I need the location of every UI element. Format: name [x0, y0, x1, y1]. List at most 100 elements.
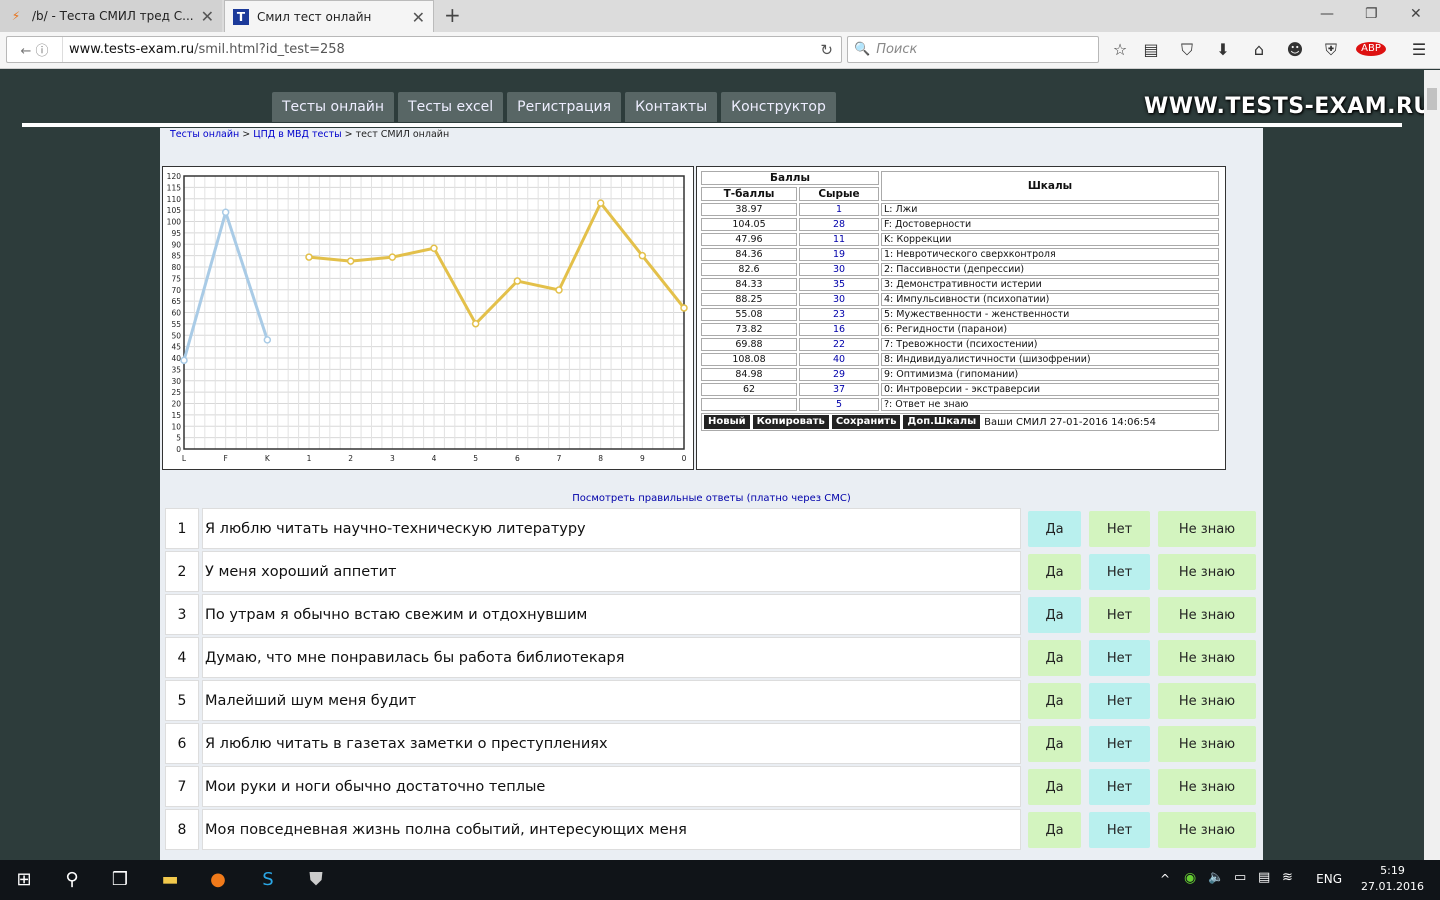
menu-constructor[interactable]: Конструктор — [721, 92, 836, 122]
answer-yes-button[interactable]: Да — [1028, 554, 1081, 590]
answer-yes-button[interactable]: Да — [1028, 769, 1081, 805]
answer-yes-button[interactable]: Да — [1028, 597, 1081, 633]
t-score: 84.33 — [701, 278, 797, 291]
answer-no-button[interactable]: Нет — [1089, 511, 1150, 547]
answer-dontknow-button[interactable]: Не знаю — [1158, 769, 1256, 805]
data-point — [180, 356, 188, 365]
answer-dontknow-button[interactable]: Не знаю — [1158, 640, 1256, 676]
answer-no-button[interactable]: Нет — [1089, 769, 1150, 805]
close-icon[interactable]: ✕ — [412, 8, 425, 27]
reload-icon[interactable]: ↻ — [820, 41, 833, 59]
view-answers-link[interactable]: Посмотреть правильные ответы (платно чер… — [160, 493, 1263, 504]
network-icon[interactable]: ≋ — [1282, 870, 1293, 885]
hamburger-menu-icon[interactable]: ☰ — [1408, 40, 1430, 59]
answer-yes-button[interactable]: Да — [1028, 726, 1081, 762]
task-view-icon[interactable]: ❒ — [106, 866, 134, 894]
language-indicator[interactable]: ENG — [1316, 872, 1342, 886]
answer-no-button[interactable]: Нет — [1089, 812, 1150, 848]
new-tab-button[interactable]: + — [444, 3, 461, 27]
question-text: Я люблю читать в газетах заметки о прест… — [202, 723, 1021, 764]
header-t-scores: Т-баллы — [701, 187, 797, 201]
clock[interactable]: 5:19 27.01.2016 — [1361, 863, 1424, 895]
answer-dontknow-button[interactable]: Не знаю — [1158, 812, 1256, 848]
scale-name: K: Коррекции — [881, 233, 1219, 246]
answer-yes-button[interactable]: Да — [1028, 640, 1081, 676]
download-icon[interactable]: ⬇ — [1212, 40, 1234, 59]
question-row: 1Я люблю читать научно-техническую литер… — [164, 508, 1260, 549]
header-scales: Шкалы — [881, 171, 1219, 201]
search-input[interactable]: 🔍 Поиск — [847, 36, 1099, 63]
question-text: Я люблю читать научно-техническую литера… — [202, 508, 1021, 549]
scrollbar-thumb[interactable] — [1427, 88, 1437, 110]
menu-tests-excel[interactable]: Тесты excel — [398, 92, 504, 122]
question-number: 1 — [165, 508, 199, 549]
raw-score: 28 — [799, 218, 879, 231]
pocket-icon[interactable]: ⛉ — [1176, 40, 1198, 60]
save-button[interactable]: Сохранить — [831, 415, 901, 429]
menu-tests-online[interactable]: Тесты онлайн — [272, 92, 395, 122]
answer-no-button[interactable]: Нет — [1089, 683, 1150, 719]
bookmark-star-icon[interactable]: ☆ — [1109, 40, 1131, 59]
minimize-icon[interactable]: — — [1320, 6, 1334, 22]
url-text[interactable]: www.tests-exam.ru/smil.html?id_test=258 — [63, 42, 345, 57]
scale-name: 8: Индивидуалистичности (шизофрении) — [881, 353, 1219, 366]
scale-name: 4: Импульсивности (психопатии) — [881, 293, 1219, 306]
y-tick-label: 20 — [171, 400, 181, 409]
new-button[interactable]: Новый — [704, 415, 750, 429]
answer-yes-button[interactable]: Да — [1028, 683, 1081, 719]
page-scrollbar[interactable] — [1424, 70, 1440, 860]
close-icon[interactable]: ✕ — [201, 7, 214, 26]
copy-button[interactable]: Копировать — [752, 415, 829, 429]
file-explorer-icon[interactable]: ▬ — [156, 866, 184, 894]
answer-dontknow-button[interactable]: Не знаю — [1158, 511, 1256, 547]
raw-score: 16 — [799, 323, 879, 336]
back-forward-icon[interactable]: ← ⓘ — [7, 37, 63, 62]
menu-contacts[interactable]: Контакты — [625, 92, 718, 122]
search-icon[interactable]: ⚲ — [58, 866, 86, 894]
answer-dontknow-button[interactable]: Не знаю — [1158, 726, 1256, 762]
answer-no-button[interactable]: Нет — [1089, 640, 1150, 676]
answer-yes-button[interactable]: Да — [1028, 511, 1081, 547]
profile-chart: 0 5 10 15 20 25 30 35 40 45 50 55 60 65 70 75 80 85 90 95 10… — [162, 166, 694, 470]
volume-icon[interactable]: 🔈 — [1208, 870, 1224, 885]
t-score: 62 — [701, 383, 797, 396]
question-number: 3 — [165, 594, 199, 635]
answer-no-button[interactable]: Нет — [1089, 726, 1150, 762]
question-list: 1Я люблю читать научно-техническую литер… — [164, 508, 1260, 852]
reading-list-icon[interactable]: ▤ — [1140, 40, 1162, 59]
firefox-icon[interactable]: ● — [204, 866, 232, 894]
game-icon[interactable]: ⛊ — [302, 866, 330, 894]
header-scores-group: Баллы — [701, 171, 879, 185]
scale-name: 5: Мужественности - женственности — [881, 308, 1219, 321]
tab-smil[interactable]: T Смил тест онлайн ✕ — [224, 0, 434, 32]
adblock-icon[interactable]: ABP — [1356, 42, 1386, 56]
battery-icon[interactable]: ▭ — [1234, 870, 1246, 885]
menu-registration[interactable]: Регистрация — [507, 92, 622, 122]
answer-dontknow-button[interactable]: Не знаю — [1158, 554, 1256, 590]
chat-icon[interactable]: ☻ — [1284, 40, 1306, 59]
tray-expand-icon[interactable]: ^ — [1160, 872, 1170, 886]
x-tick-label: 2 — [348, 454, 353, 463]
site-logo[interactable]: WWW.TESTS-EXAM.RU — [1144, 94, 1432, 119]
restore-icon[interactable]: ❐ — [1365, 6, 1378, 22]
answer-yes-button[interactable]: Да — [1028, 812, 1081, 848]
answer-no-button[interactable]: Нет — [1089, 597, 1150, 633]
skype-icon[interactable]: S — [254, 866, 282, 894]
answer-dontknow-button[interactable]: Не знаю — [1158, 597, 1256, 633]
extra-scales-button[interactable]: Доп.Шкалы — [903, 415, 981, 429]
answer-no-button[interactable]: Нет — [1089, 554, 1150, 590]
header-divider — [22, 123, 1402, 127]
answer-dontknow-button[interactable]: Не знаю — [1158, 683, 1256, 719]
shield-icon[interactable]: ⛨ — [1320, 40, 1342, 60]
windows-start-icon[interactable]: ⊞ — [10, 866, 38, 894]
message-icon[interactable]: ▤ — [1258, 870, 1270, 885]
url-bar[interactable]: ← ⓘ www.tests-exam.ru/smil.html?id_test=… — [6, 36, 842, 63]
close-window-icon[interactable]: ✕ — [1410, 6, 1422, 22]
tray-app-icon[interactable]: ◉ — [1184, 870, 1196, 886]
breadcrumb-link-mvd[interactable]: ЦПД в МВД тесты — [253, 129, 341, 140]
x-tick-label: 4 — [432, 454, 437, 463]
y-tick-label: 5 — [176, 434, 181, 443]
breadcrumb-link-tests[interactable]: Тесты онлайн — [170, 129, 239, 140]
tab-threads[interactable]: ⚡ /b/ - Теста СМИЛ тред С... ✕ — [0, 0, 222, 32]
home-icon[interactable]: ⌂ — [1248, 40, 1270, 59]
